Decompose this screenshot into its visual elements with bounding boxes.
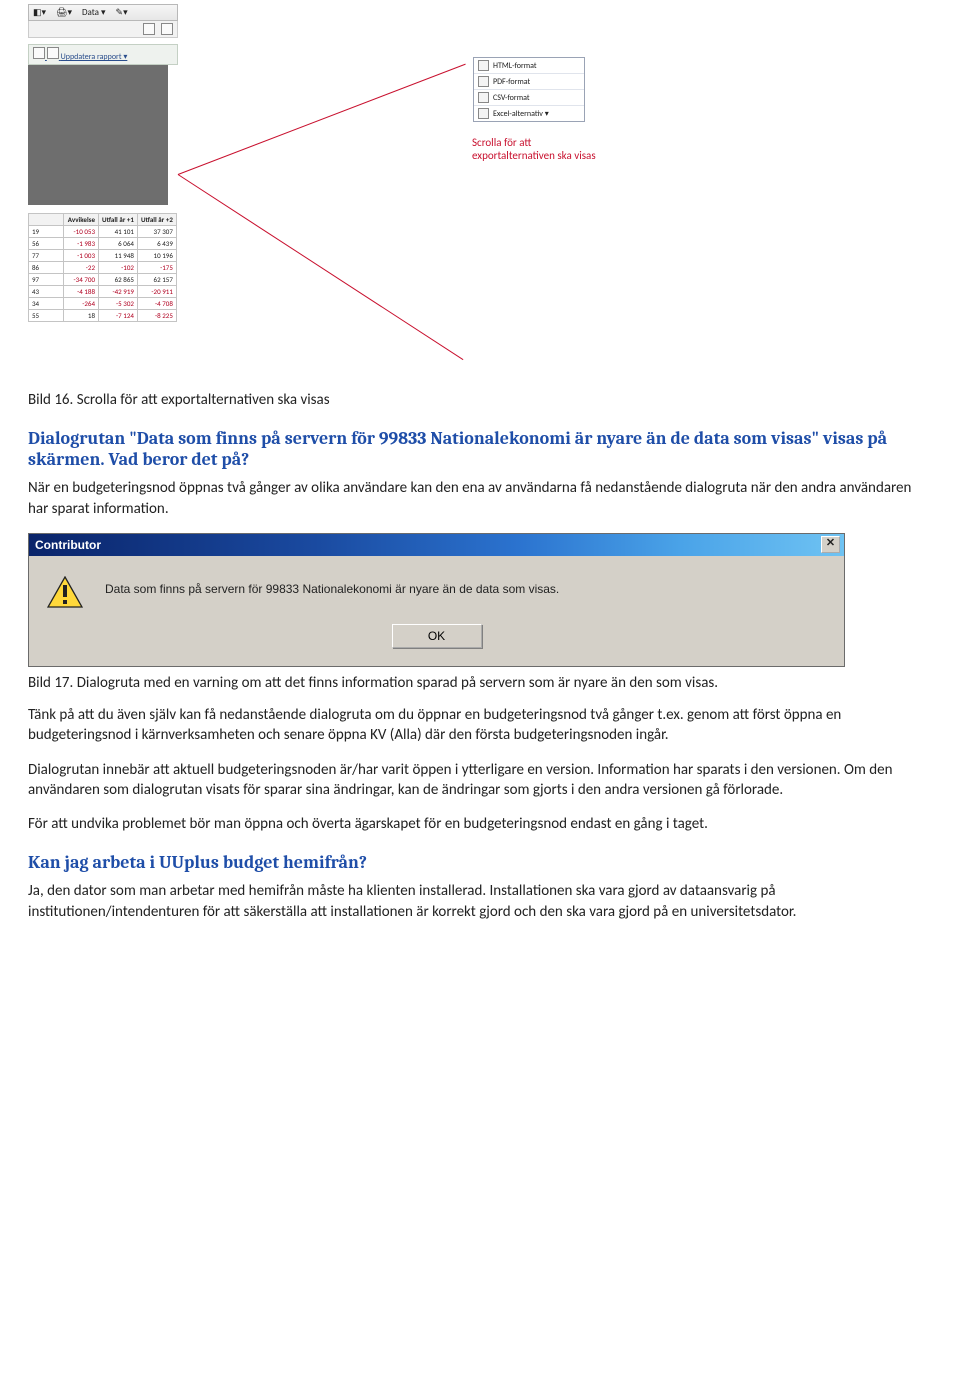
file-icon	[478, 108, 489, 119]
table-row: 77-1 00311 94810 196	[29, 250, 177, 262]
dialog-titlebar: Contributor ✕	[29, 534, 844, 556]
export-option-label: HTML-format	[493, 61, 537, 71]
scroll-annotation: Scrolla för att exportalternativen ska v…	[472, 136, 602, 162]
toolbar-row-2	[28, 21, 178, 38]
caption-bild-17: Bild 17. Dialogruta med en varning om at…	[28, 673, 932, 693]
export-option-label: PDF-format	[493, 77, 530, 87]
table-cell: 62 865	[99, 274, 138, 286]
para-meaning: Dialogrutan innebär att aktuell budgeter…	[28, 760, 932, 801]
table-cell: 55	[29, 310, 64, 322]
toolbar-icon: ◧▾	[33, 7, 46, 18]
question-home-body: Ja, den dator som man arbetar med hemifr…	[28, 881, 932, 922]
paper-icon	[47, 47, 59, 59]
budget-minitable: AvvikelseUtfall år +1Utfall år +2 19-10 …	[28, 213, 177, 322]
export-menu: HTML-format PDF-format CSV-format Excel-alt…	[473, 57, 585, 122]
data-dropdown[interactable]: Data ▾	[82, 7, 106, 18]
para-avoid: För att undvika problemet bör man öppna …	[28, 814, 932, 834]
table-cell: -7 124	[99, 310, 138, 322]
export-option[interactable]: Excel-alternativ ▾	[474, 106, 584, 121]
table-cell: -34 700	[64, 274, 99, 286]
table-cell: 56	[29, 238, 64, 250]
table-cell: 6 439	[137, 238, 176, 250]
table-cell: 11 948	[99, 250, 138, 262]
dialog-body: Data som finns på servern för 99833 Nati…	[29, 556, 844, 620]
table-header: Utfall år +2	[137, 214, 176, 226]
file-icon	[478, 60, 489, 71]
table-cell: -5 302	[99, 298, 138, 310]
table-cell: -175	[137, 262, 176, 274]
toolbar-tool-icon: ✎▾	[116, 7, 128, 18]
export-screenshot: ◧▾ 🖨▾ Data ▾ ✎▾ Uppdatera rapport ▾ Avvi…	[28, 4, 628, 384]
table-row: 43-4 188-42 919-20 911	[29, 286, 177, 298]
table-cell: 37 307	[137, 226, 176, 238]
file-icon	[478, 76, 489, 87]
ok-button[interactable]: OK	[392, 624, 482, 648]
table-cell: 97	[29, 274, 64, 286]
tb-icon-2[interactable]	[161, 23, 173, 35]
table-cell: -1 003	[64, 250, 99, 262]
table-cell: 62 157	[137, 274, 176, 286]
table-row: 86-22-102-175	[29, 262, 177, 274]
arrow-line-2	[178, 174, 464, 360]
app-toolbar: ◧▾ 🖨▾ Data ▾ ✎▾	[28, 4, 178, 21]
table-cell: 34	[29, 298, 64, 310]
dialog-button-row: OK	[29, 620, 844, 666]
table-cell: 77	[29, 250, 64, 262]
contributor-dialog: Contributor ✕ Data som finns på servern …	[28, 533, 845, 667]
question-dialog-body: När en budgeteringsnod öppnas två gånger…	[28, 478, 932, 519]
export-option-label: CSV-format	[493, 93, 530, 103]
table-cell: -8 225	[137, 310, 176, 322]
plus-icon	[33, 47, 45, 59]
table-row: 97-34 70062 86562 157	[29, 274, 177, 286]
table-header: Avvikelse	[64, 214, 99, 226]
table-cell: -42 919	[99, 286, 138, 298]
table-cell: -10 053	[64, 226, 99, 238]
table-row: 56-1 9836 0646 439	[29, 238, 177, 250]
table-cell: 41 101	[99, 226, 138, 238]
table-cell: -1 983	[64, 238, 99, 250]
table-cell: 6 064	[99, 238, 138, 250]
table-header: Utfall år +1	[99, 214, 138, 226]
para-think: Tänk på att du även själv kan få nedanst…	[28, 705, 932, 746]
toolbar-printer-icon: 🖨▾	[56, 7, 72, 18]
dialog-title: Contributor	[35, 538, 101, 552]
question-dialog-heading: Dialogrutan "Data som finns på servern f…	[28, 428, 932, 470]
table-cell: -102	[99, 262, 138, 274]
dialog-message: Data som finns på servern för 99833 Nati…	[105, 576, 559, 596]
table-cell: 43	[29, 286, 64, 298]
table-header	[29, 214, 64, 226]
export-option[interactable]: PDF-format	[474, 74, 584, 90]
warning-icon	[47, 576, 83, 608]
grey-sidebar-block	[28, 65, 168, 205]
export-option-label: Excel-alternativ ▾	[493, 109, 549, 119]
table-cell: 10 196	[137, 250, 176, 262]
export-option[interactable]: CSV-format	[474, 90, 584, 106]
caption-bild-16: Bild 16. Scrolla för att exportalternati…	[28, 390, 932, 410]
table-row: 19-10 05341 10137 307	[29, 226, 177, 238]
table-cell: 18	[64, 310, 99, 322]
table-row: 5518-7 124-8 225	[29, 310, 177, 322]
table-cell: 19	[29, 226, 64, 238]
close-icon[interactable]: ✕	[821, 536, 840, 553]
export-option[interactable]: HTML-format	[474, 58, 584, 74]
table-cell: -264	[64, 298, 99, 310]
table-cell: -4 188	[64, 286, 99, 298]
file-icon	[478, 92, 489, 103]
update-report-link[interactable]: Uppdatera rapport ▾	[28, 44, 178, 65]
tb-icon-1[interactable]	[143, 23, 155, 35]
update-report-label: Uppdatera rapport ▾	[61, 52, 128, 62]
table-cell: -20 911	[137, 286, 176, 298]
table-row: 34-264-5 302-4 708	[29, 298, 177, 310]
question-home-heading: Kan jag arbeta i UUplus budget hemifrån?	[28, 852, 932, 873]
table-cell: 86	[29, 262, 64, 274]
table-cell: -22	[64, 262, 99, 274]
arrow-line-1	[178, 64, 466, 175]
table-cell: -4 708	[137, 298, 176, 310]
